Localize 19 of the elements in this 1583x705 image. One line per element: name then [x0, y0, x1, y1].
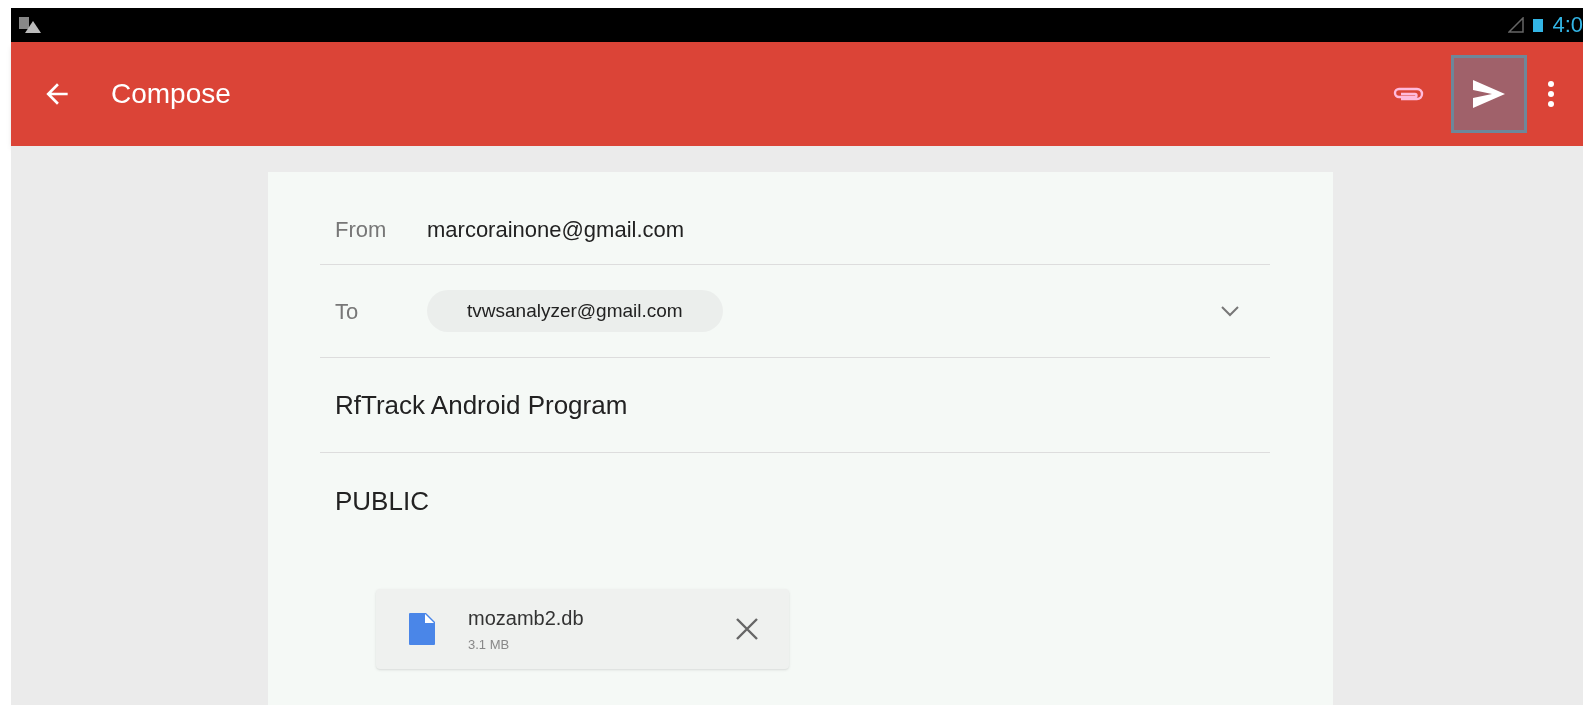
file-icon: [408, 612, 436, 646]
send-button[interactable]: [1451, 55, 1527, 133]
field-label: To: [335, 297, 360, 326]
battery-icon: [1532, 17, 1545, 33]
attachment-size: 3.1 MB: [468, 636, 511, 655]
close-icon[interactable]: [735, 617, 759, 641]
toolbar-title: Compose: [111, 77, 231, 111]
clock-time: 4:0: [1552, 14, 1583, 36]
more-options-icon[interactable]: [1547, 80, 1555, 108]
signal-icon: [1508, 17, 1525, 33]
attachment-card[interactable]: mozamb2.db 3.1 MB: [376, 589, 789, 669]
message-body[interactable]: PUBLIC: [335, 481, 429, 521]
sender-address: marcorainone@gmail.com: [427, 215, 685, 244]
recipient-chip[interactable]: tvwsanalyzer@gmail.com: [427, 290, 723, 332]
attachment-name: mozamb2.db: [468, 606, 584, 632]
subject-field[interactable]: RfTrack Android Program: [335, 385, 628, 425]
send-icon: [1472, 79, 1506, 109]
chevron-down-icon[interactable]: [1220, 305, 1240, 317]
field-label: From: [335, 215, 388, 244]
